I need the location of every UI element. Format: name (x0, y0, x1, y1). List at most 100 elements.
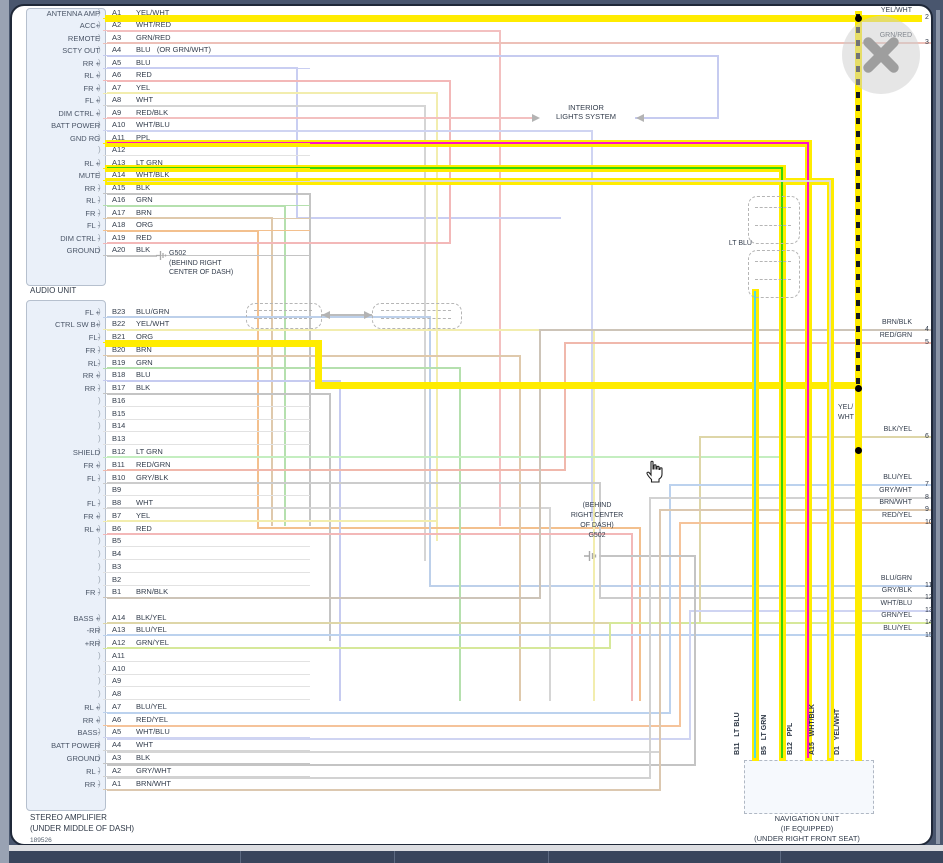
pin-row-b17: ) B17 BLK (98, 382, 310, 395)
pin-id: B15 (112, 408, 126, 418)
nav-wire-label-b5: B5 LT GRN (761, 714, 768, 755)
connector-pin-label: RR - (84, 779, 100, 789)
wire-yel-wht-trunk[interactable] (854, 384, 862, 761)
pin-id: A8 (112, 95, 122, 104)
wire-amp-a1-brn-wht[interactable] (659, 509, 661, 791)
wire-b11-red-grn[interactable] (564, 342, 566, 471)
bottom-bar-divider (394, 851, 395, 863)
inline-connector-icon (372, 303, 462, 329)
connector-pin-label: RL - (86, 766, 100, 776)
pin-row-a4: ) A4 WHT (98, 739, 310, 752)
edge-wire-number: 3 (925, 39, 929, 46)
pin-row-b23: ) B23 BLU/GRN (98, 306, 310, 318)
wire-amp-a5-wht-blu[interactable] (689, 610, 691, 740)
connector-pin-dashes (755, 207, 791, 208)
ground-icon (584, 551, 597, 561)
pin-id: A6 (112, 70, 122, 79)
wire-b11-red-grn[interactable] (564, 342, 931, 344)
g502-loc-line2: CENTER OF DASH) (169, 269, 234, 276)
pin-row-b20: ) B20 BRN (98, 344, 310, 356)
pin-row-a5: ) A5 WHT/BLU (98, 726, 310, 739)
edge-wire-label: BLU/GRN (880, 575, 912, 582)
wire-a4-blu[interactable] (635, 117, 719, 119)
bottom-bar-divider (548, 851, 549, 863)
wire-a18-org[interactable] (639, 527, 641, 701)
pin-row-b7: ) B7 YEL (98, 510, 310, 522)
connector-pin-label: FR - (85, 345, 100, 355)
window-left-edge (0, 0, 9, 863)
audio-unit-caption: AUDIO UNIT (30, 286, 77, 295)
pin-id: A5 (112, 727, 122, 737)
scrollbar[interactable] (936, 10, 940, 844)
wire-amp-a2-gry-wht[interactable] (649, 497, 651, 779)
pin-id: B19 (112, 357, 126, 367)
pin-wire-color: BRN (136, 344, 152, 354)
wire-lt-blu-core (753, 290, 757, 759)
pin-id: A4 (112, 740, 122, 750)
pin-row-a6: ) A6 RED/YEL (98, 714, 310, 726)
wire-amp-a7-blu-yel[interactable] (669, 484, 671, 714)
connector-pin-label: DIM CTRL + (58, 108, 100, 118)
pin-wire-color: WHT (136, 498, 154, 508)
navigation-unit-box (744, 760, 874, 814)
g502-name: G502 (169, 250, 187, 257)
wire-a5-blu[interactable] (296, 217, 561, 219)
wire-a6-red[interactable] (449, 80, 451, 244)
wire-b6-red[interactable] (631, 533, 633, 701)
pin-id: B3 (112, 561, 122, 571)
close-button[interactable] (842, 16, 920, 94)
wire-amp-a14-blk-yel[interactable] (699, 436, 701, 624)
wire-a8-wht[interactable] (424, 105, 426, 561)
edge-wire-label: GRY/BLK (881, 587, 912, 594)
wire-amp-a3-blk[interactable] (599, 555, 696, 557)
edge-wire-label: BLU/YEL (883, 474, 912, 481)
pin-wire-color: BRN/WHT (136, 778, 171, 788)
pin-id: B21 (112, 332, 126, 342)
wire-b17-blk[interactable] (329, 393, 331, 641)
pin-wire-color: YEL (136, 510, 151, 520)
wire-b23-blu-grn[interactable] (429, 316, 431, 587)
edge-wire-label: RED/GRN (879, 332, 912, 339)
wire-amp-a3-blk[interactable] (694, 555, 696, 766)
pin-bracket: ) (98, 574, 101, 584)
wire-b21-org[interactable] (314, 381, 862, 389)
pin-row-a3: ) A3 GRN/RED (98, 32, 310, 44)
connector-pin-label: REMOTE (67, 33, 100, 43)
pin-id: A11 (112, 650, 125, 660)
wire-amp-a6-red-yel[interactable] (679, 522, 681, 727)
pin-wire-color: GRY/BLK (136, 472, 169, 482)
pin-id: A7 (112, 701, 122, 711)
pin-id: B10 (112, 472, 126, 482)
pin-row-a4: ) A4 BLU (OR GRN/WHT) (98, 44, 310, 56)
connector-pin-label: +RR (84, 639, 100, 649)
pin-id: A17 (112, 207, 126, 217)
connector-pin-label: RL - (86, 196, 100, 205)
arrow-right-icon (364, 311, 372, 319)
wire-amp-a7-blu-yel[interactable] (669, 484, 931, 486)
wire-b1-brn-blk[interactable] (539, 329, 931, 331)
wire-amp-a12-grn-yel[interactable] (609, 622, 931, 624)
pin-row-b15: ) B15 (98, 408, 310, 420)
connector-pin-label: BATT POWER (51, 121, 100, 130)
pin-id: A13 (112, 625, 126, 635)
wire-amp-a1-brn-wht[interactable] (107, 789, 661, 791)
wire-a2-wht-red[interactable] (499, 30, 501, 526)
wire-amp-a1-brn-wht[interactable] (659, 509, 931, 511)
connector-pin-label: FR + (83, 511, 100, 521)
wire-amp-a14-blk-yel[interactable] (699, 436, 931, 438)
connector-pin-label: RR + (82, 715, 100, 725)
interior-lights-line1: INTERIOR (568, 103, 604, 112)
pin-row-a13: ) A13 LT GRN (98, 157, 310, 169)
edge-wire-number: 14 (925, 619, 933, 626)
pin-wire-color: PPL (136, 132, 151, 142)
wire-amp-a12-grn-yel[interactable] (609, 622, 611, 649)
wire-b20-brn[interactable] (519, 355, 521, 701)
wire-b1-brn-blk[interactable] (539, 329, 541, 599)
pin-id: A15 (112, 182, 126, 192)
pin-row-a12: ) A12 GRN/YEL (98, 637, 310, 650)
edge-wire-label: YEL/WHT (880, 7, 912, 14)
g502-mid-line3: OF DASH) (580, 522, 614, 529)
g502-mid-name: G502 (588, 532, 606, 539)
wire-b18-blu[interactable] (339, 380, 341, 701)
wire-a4-blu[interactable] (717, 55, 719, 119)
